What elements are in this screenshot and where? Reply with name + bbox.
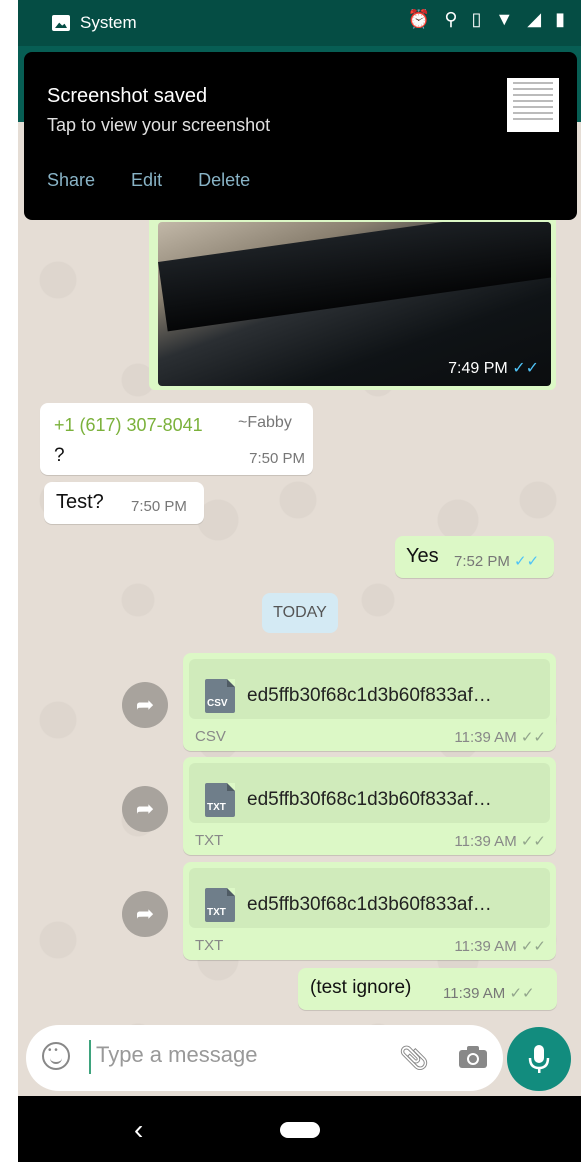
attach-icon[interactable]: 📎︎ xyxy=(399,1043,429,1073)
message-time: 7:52 PM ✓✓ xyxy=(454,553,540,570)
system-nav-bar: ‹ xyxy=(18,1096,581,1162)
delivered-icon: ✓✓ xyxy=(520,833,546,850)
home-button[interactable] xyxy=(280,1122,320,1138)
screenshot-thumbnail[interactable] xyxy=(507,78,559,132)
file-message[interactable]: CSV ed5ffb30f68c1d3b60f833af… CSV 11:39 … xyxy=(183,653,556,751)
chat-screen: System ⏰ ⚲ ▯ ▼ ◢ ▮ Screenshot saved Tap … xyxy=(18,0,581,1162)
share-button[interactable]: Share xyxy=(47,170,95,191)
message-text: ? xyxy=(54,445,65,466)
emoji-icon[interactable] xyxy=(42,1042,70,1070)
vibrate-icon: ▯ xyxy=(471,9,482,29)
mic-button[interactable] xyxy=(507,1027,571,1091)
back-icon[interactable]: ‹ xyxy=(134,1114,143,1146)
outgoing-message[interactable]: (test ignore) 11:39 AM ✓✓ xyxy=(298,968,557,1010)
delivered-icon: ✓✓ xyxy=(509,985,535,1002)
outgoing-message[interactable]: Yes 7:52 PM ✓✓ xyxy=(395,536,554,578)
delete-button[interactable]: Delete xyxy=(198,170,250,191)
alarm-icon: ⏰ xyxy=(407,9,431,29)
notification-actions: Share Edit Delete xyxy=(47,170,250,191)
incoming-message[interactable]: +1 (617) 307-8041 ~Fabby ? 7:50 PM xyxy=(40,403,313,475)
image-message[interactable]: 7:49 PM ✓✓ xyxy=(149,214,556,390)
forward-icon[interactable]: ➦ xyxy=(122,682,168,728)
wifi-icon: ▼ xyxy=(495,9,514,29)
notification-title: Screenshot saved xyxy=(47,85,208,107)
signal-icon: ◢ xyxy=(527,9,542,29)
status-icons: ⏰ ⚲ ▯ ▼ ◢ ▮ xyxy=(408,9,565,30)
status-app-label: System xyxy=(80,13,137,32)
message-time: 7:50 PM xyxy=(249,450,305,467)
edit-button[interactable]: Edit xyxy=(131,170,162,191)
file-message[interactable]: TXT ed5ffb30f68c1d3b60f833af… TXT 11:39 … xyxy=(183,757,556,855)
file-message[interactable]: TXT ed5ffb30f68c1d3b60f833af… TXT 11:39 … xyxy=(183,862,556,960)
document-icon: CSV xyxy=(205,679,235,713)
file-name: ed5ffb30f68c1d3b60f833af… xyxy=(247,894,492,915)
message-photo[interactable]: 7:49 PM ✓✓ xyxy=(158,222,551,386)
screenshot-notification[interactable]: Screenshot saved Tap to view your screen… xyxy=(24,52,577,220)
file-type: CSV xyxy=(195,728,226,745)
read-receipt-icon: ✓✓ xyxy=(512,360,539,377)
location-icon: ⚲ xyxy=(444,9,458,29)
message-time: 11:39 AM ✓✓ xyxy=(454,938,546,955)
message-input[interactable]: Type a message xyxy=(96,1042,257,1068)
date-chip: TODAY xyxy=(262,593,338,633)
delivered-icon: ✓✓ xyxy=(520,729,546,746)
file-name: ed5ffb30f68c1d3b60f833af… xyxy=(247,789,492,810)
message-time: 11:39 AM ✓✓ xyxy=(454,729,546,746)
file-type: TXT xyxy=(195,937,224,954)
gallery-icon xyxy=(52,15,70,31)
message-text: (test ignore) xyxy=(310,977,412,998)
battery-icon: ▮ xyxy=(555,9,565,29)
status-bar: System ⏰ ⚲ ▯ ▼ ◢ ▮ xyxy=(18,0,581,46)
read-receipt-icon: ✓✓ xyxy=(514,553,540,570)
file-card[interactable]: CSV ed5ffb30f68c1d3b60f833af… xyxy=(189,659,550,719)
message-time: 11:39 AM ✓✓ xyxy=(443,985,535,1002)
message-composer[interactable]: Type a message 📎︎ xyxy=(26,1025,503,1091)
message-text: Test? xyxy=(56,491,104,513)
message-time: 11:39 AM ✓✓ xyxy=(454,833,546,850)
message-text: Yes xyxy=(406,545,439,567)
mic-icon xyxy=(528,1045,550,1073)
incoming-message[interactable]: Test? 7:50 PM xyxy=(44,482,204,524)
document-icon: TXT xyxy=(205,783,235,817)
forward-icon[interactable]: ➦ xyxy=(122,891,168,937)
message-time: 7:49 PM ✓✓ xyxy=(448,360,539,377)
text-cursor xyxy=(89,1040,91,1074)
delivered-icon: ✓✓ xyxy=(520,938,546,955)
file-card[interactable]: TXT ed5ffb30f68c1d3b60f833af… xyxy=(189,868,550,928)
file-card[interactable]: TXT ed5ffb30f68c1d3b60f833af… xyxy=(189,763,550,823)
document-icon: TXT xyxy=(205,888,235,922)
message-time: 7:50 PM xyxy=(131,498,187,515)
status-left: System xyxy=(52,13,137,33)
file-name: ed5ffb30f68c1d3b60f833af… xyxy=(247,685,492,706)
forward-icon[interactable]: ➦ xyxy=(122,786,168,832)
file-type: TXT xyxy=(195,832,224,849)
camera-icon[interactable] xyxy=(458,1045,488,1069)
sender-name: ~Fabby xyxy=(238,414,292,431)
notification-subtitle: Tap to view your screenshot xyxy=(47,115,271,135)
sender-phone[interactable]: +1 (617) 307-8041 xyxy=(54,415,203,436)
